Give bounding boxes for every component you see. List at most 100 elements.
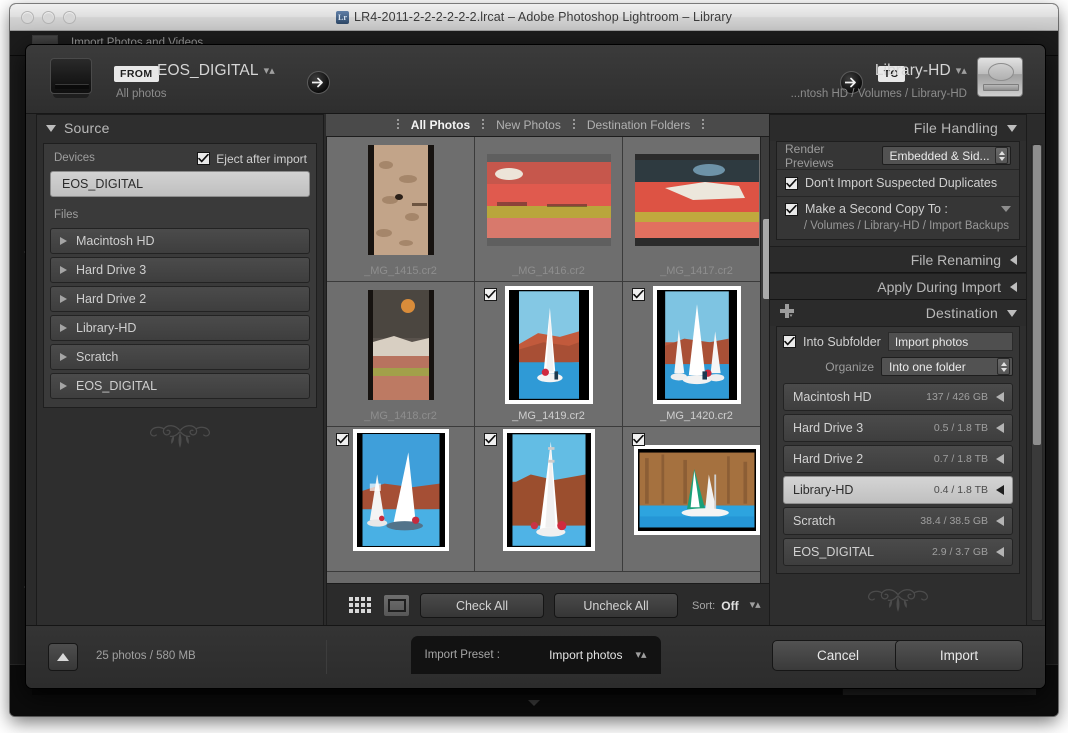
chevron-left-icon[interactable]	[1010, 255, 1017, 265]
import-preset-stepper-icon[interactable]: ▾▴	[635, 648, 646, 661]
source-selector[interactable]: EOS_DIGITAL▾▴	[157, 62, 275, 80]
source-volume-label: Macintosh HD	[76, 234, 155, 248]
destination-header[interactable]: Destination	[770, 300, 1026, 326]
chevron-right-icon[interactable]	[60, 353, 67, 361]
thumbnail-cell[interactable]: _MG_1416.cr2	[475, 137, 623, 282]
thumbnail-checkbox[interactable]	[336, 433, 349, 446]
source-volume-hard-drive-3[interactable]: Hard Drive 3	[50, 257, 310, 283]
chevron-right-icon[interactable]	[60, 266, 67, 274]
source-volume-scratch[interactable]: Scratch	[50, 344, 310, 370]
second-copy-chevron-down-icon[interactable]	[1001, 206, 1011, 212]
source-volume-label: EOS_DIGITAL	[76, 379, 157, 393]
source-panel-header[interactable]: Source	[37, 115, 323, 141]
stepper-icon[interactable]	[995, 147, 1008, 164]
source-volume-library-hd[interactable]: Library-HD	[50, 315, 310, 341]
chevron-left-icon[interactable]	[996, 454, 1004, 464]
minimize-button[interactable]	[42, 11, 55, 24]
tab-destination-folders[interactable]: Destination Folders	[575, 118, 702, 132]
destination-volume-hard-drive-2[interactable]: Hard Drive 2 0.7 / 1.8 TB	[783, 445, 1013, 473]
chevron-right-icon[interactable]	[60, 382, 67, 390]
thumbnail-cell[interactable]: _MG_1415.cr2	[327, 137, 475, 282]
chevron-left-icon[interactable]	[996, 547, 1004, 557]
chevron-right-icon[interactable]	[60, 295, 67, 303]
eject-after-import-label: Eject after import	[216, 152, 307, 166]
window-traffic-lights[interactable]	[21, 11, 76, 24]
loupe-view-icon[interactable]	[383, 594, 410, 617]
destination-stepper-icon[interactable]: ▾▴	[956, 65, 967, 77]
destination-volume-hard-drive-3[interactable]: Hard Drive 3 0.5 / 1.8 TB	[783, 414, 1013, 442]
thumbnail-cell[interactable]	[475, 427, 623, 572]
source-volume-macintosh-hd[interactable]: Macintosh HD	[50, 228, 310, 254]
file-renaming-header[interactable]: File Renaming	[770, 246, 1026, 273]
os-window: Lr LR4-2011-2-2-2-2-2-2.lrcat – Adobe Ph…	[10, 4, 1058, 716]
apply-during-import-header[interactable]: Apply During Import	[770, 273, 1026, 300]
thumbnail-checkbox[interactable]	[632, 288, 645, 301]
thumbnail-cell[interactable]	[327, 427, 475, 572]
chevron-down-icon[interactable]	[1007, 310, 1017, 317]
thumbnail-grid[interactable]: _MG_1415.cr2	[326, 137, 775, 583]
grid-view-icon[interactable]	[346, 594, 373, 617]
organize-select[interactable]: Into one folder	[881, 357, 1013, 376]
uncheck-all-button[interactable]: Uncheck All	[554, 593, 678, 618]
thumbnail-cell[interactable]: _MG_1420.cr2	[623, 282, 771, 427]
destination-selector[interactable]: Library-HD▾▴	[875, 62, 967, 80]
source-panel-title: Source	[64, 120, 110, 136]
eject-after-import-row[interactable]: Eject after import	[197, 152, 310, 166]
tab-new-photos[interactable]: New Photos	[484, 118, 573, 132]
eject-after-import-checkbox[interactable]	[197, 152, 210, 165]
chevron-right-icon[interactable]	[60, 324, 67, 332]
dont-import-duplicates-row[interactable]: Don't Import Suspected Duplicates	[777, 169, 1019, 196]
close-button[interactable]	[21, 11, 34, 24]
import-body: Source Devices Eject after import EO	[26, 114, 1045, 627]
import-button[interactable]: Import	[895, 640, 1023, 671]
chevron-left-icon[interactable]	[996, 423, 1004, 433]
import-preset-control[interactable]: Import Preset : Import photos ▾▴	[411, 636, 661, 674]
check-all-button[interactable]: Check All	[420, 593, 544, 618]
thumbnail-checkbox[interactable]	[484, 288, 497, 301]
right-panel-scrollbar-thumb[interactable]	[1033, 145, 1041, 445]
sort-stepper-icon[interactable]: ▾▴	[750, 598, 761, 611]
chevron-down-icon[interactable]	[46, 125, 56, 132]
destination-volume-scratch[interactable]: Scratch 38.4 / 38.5 GB	[783, 507, 1013, 535]
thumbnail-cell[interactable]: _MG_1417.cr2	[623, 137, 771, 282]
thumbnail-cell[interactable]	[623, 427, 771, 572]
dont-import-duplicates-checkbox[interactable]	[785, 177, 798, 190]
render-previews-label: Render Previews	[785, 142, 875, 170]
thumbnail-cell[interactable]: _MG_1419.cr2	[475, 282, 623, 427]
bottom-panel-toggle-icon[interactable]	[528, 700, 540, 706]
chevron-left-icon[interactable]	[1010, 282, 1017, 292]
add-folder-icon[interactable]	[779, 304, 795, 322]
chevron-down-icon[interactable]	[1007, 125, 1017, 132]
chevron-left-icon[interactable]	[996, 392, 1004, 402]
grid-tabs[interactable]: All Photos New Photos Destination Folder…	[326, 114, 775, 137]
chevron-right-icon[interactable]	[60, 237, 67, 245]
source-volume-hard-drive-2[interactable]: Hard Drive 2	[50, 286, 310, 312]
tab-all-photos[interactable]: All Photos	[399, 118, 482, 132]
sort-control[interactable]: Sort: Off ▾▴	[692, 599, 761, 613]
organize-row[interactable]: Organize Into one folder	[783, 357, 1013, 376]
into-subfolder-row[interactable]: Into Subfolder Import photos	[783, 332, 1013, 351]
thumbnail-checkbox[interactable]	[632, 433, 645, 446]
render-previews-select[interactable]: Embedded & Sid...	[882, 146, 1012, 165]
render-previews-row[interactable]: Render Previews Embedded & Sid...	[777, 142, 1019, 169]
show-fewer-options-button[interactable]	[48, 643, 78, 671]
destination-volume-macintosh-hd[interactable]: Macintosh HD 137 / 426 GB	[783, 383, 1013, 411]
second-copy-row[interactable]: Make a Second Copy To :	[785, 202, 1011, 216]
zoom-button[interactable]	[63, 11, 76, 24]
source-device-eos-digital[interactable]: EOS_DIGITAL	[50, 171, 310, 197]
thumbnail-cell[interactable]: _MG_1418.cr2	[327, 282, 475, 427]
source-stepper-icon[interactable]: ▾▴	[264, 65, 275, 77]
into-subfolder-input[interactable]: Import photos	[888, 332, 1013, 351]
file-handling-header[interactable]: File Handling	[770, 115, 1026, 141]
right-panel-scrollbar[interactable]	[1031, 144, 1043, 621]
thumbnail-checkbox[interactable]	[484, 433, 497, 446]
cancel-button[interactable]: Cancel	[772, 640, 904, 671]
destination-volume-library-hd[interactable]: Library-HD 0.4 / 1.8 TB	[783, 476, 1013, 504]
source-volume-eos-digital[interactable]: EOS_DIGITAL	[50, 373, 310, 399]
stepper-icon[interactable]	[997, 358, 1010, 375]
destination-volume-eos-digital[interactable]: EOS_DIGITAL 2.9 / 3.7 GB	[783, 538, 1013, 566]
chevron-left-icon[interactable]	[996, 516, 1004, 526]
second-copy-checkbox[interactable]	[785, 203, 798, 216]
into-subfolder-checkbox[interactable]	[783, 335, 796, 348]
chevron-left-icon[interactable]	[996, 485, 1004, 495]
